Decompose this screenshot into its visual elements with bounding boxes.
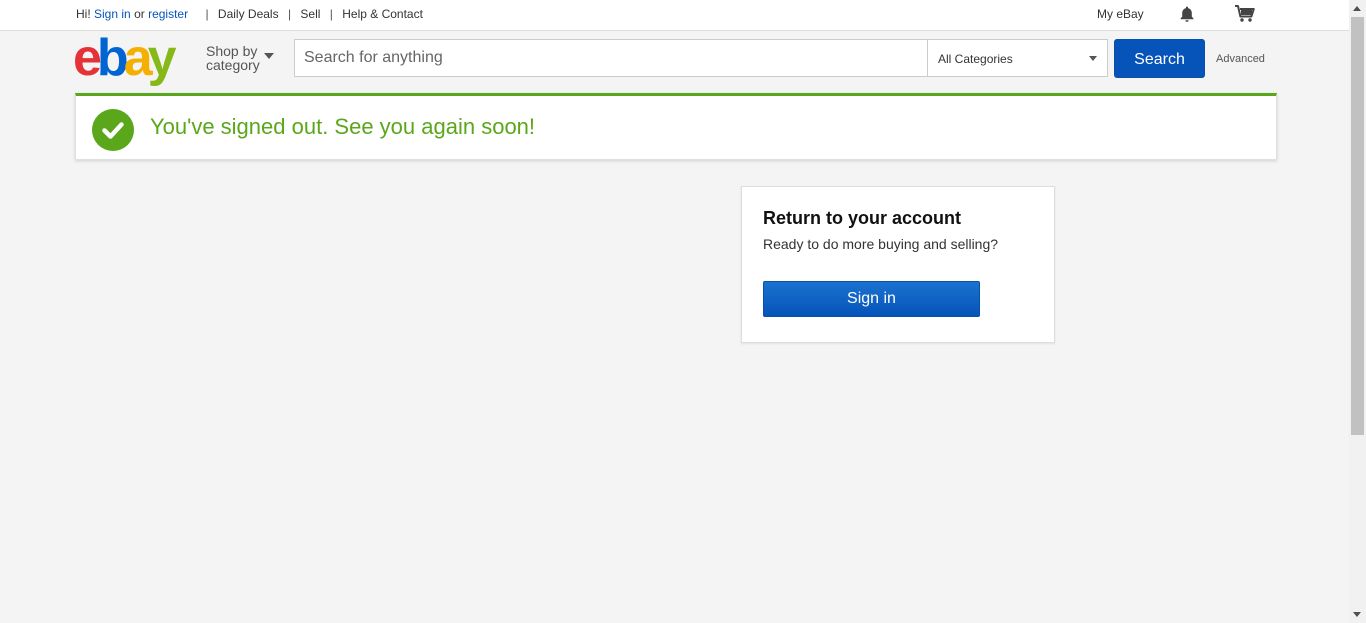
shop-by-label-line1: Shop by [206,43,258,59]
return-to-account-card: Return to your account Ready to do more … [741,186,1055,343]
daily-deals-link[interactable]: Daily Deals [218,7,279,21]
logo-letter-a: a [123,29,153,87]
sign-in-button[interactable]: Sign in [763,281,980,317]
logo-letter-b: b [96,29,129,87]
shop-by-label-line2: category [206,57,260,73]
top-nav-left: Hi! Sign in or register | Daily Deals | … [76,7,423,21]
vertical-scrollbar[interactable] [1349,0,1366,623]
top-navigation-bar: Hi! Sign in or register | Daily Deals | … [0,0,1349,31]
shop-by-category-button[interactable]: Shop by category [206,43,274,73]
alert-message: You've signed out. See you again soon! [150,114,536,139]
category-select-value: All Categories [938,52,1013,66]
or-text: or [134,7,145,21]
shopping-cart-icon[interactable] [1234,4,1256,27]
notification-bell-icon[interactable] [1178,5,1196,26]
logo-letter-y: y [147,29,177,87]
greeting-text: Hi! [76,7,91,21]
help-contact-link[interactable]: Help & Contact [342,7,423,21]
sell-link[interactable]: Sell [300,7,320,21]
advanced-search-link[interactable]: Advanced [1216,53,1265,65]
signed-out-alert: You've signed out. See you again soon! [75,93,1277,160]
chevron-down-icon [1089,56,1097,61]
scrollbar-thumb[interactable] [1351,17,1364,435]
checkmark-icon [92,109,134,151]
sign-in-link[interactable]: Sign in [94,7,131,21]
my-ebay-link[interactable]: My eBay [1097,7,1144,21]
search-button[interactable]: Search [1114,39,1205,78]
logo-letter-e: e [73,29,102,87]
chevron-down-icon [264,53,274,59]
divider: | [287,7,292,21]
search-input[interactable] [295,40,925,76]
search-bar: All Categories [294,39,1108,77]
card-title: Return to your account [763,208,962,228]
register-link[interactable]: register [148,7,188,21]
scroll-up-arrow-icon[interactable] [1353,6,1361,11]
ebay-logo[interactable]: ebay [73,29,177,87]
divider: | [205,7,209,21]
scroll-down-arrow-icon[interactable] [1353,612,1361,617]
card-subtitle: Ready to do more buying and selling? [763,236,999,252]
category-select[interactable]: All Categories [927,40,1107,76]
divider: | [329,7,333,21]
